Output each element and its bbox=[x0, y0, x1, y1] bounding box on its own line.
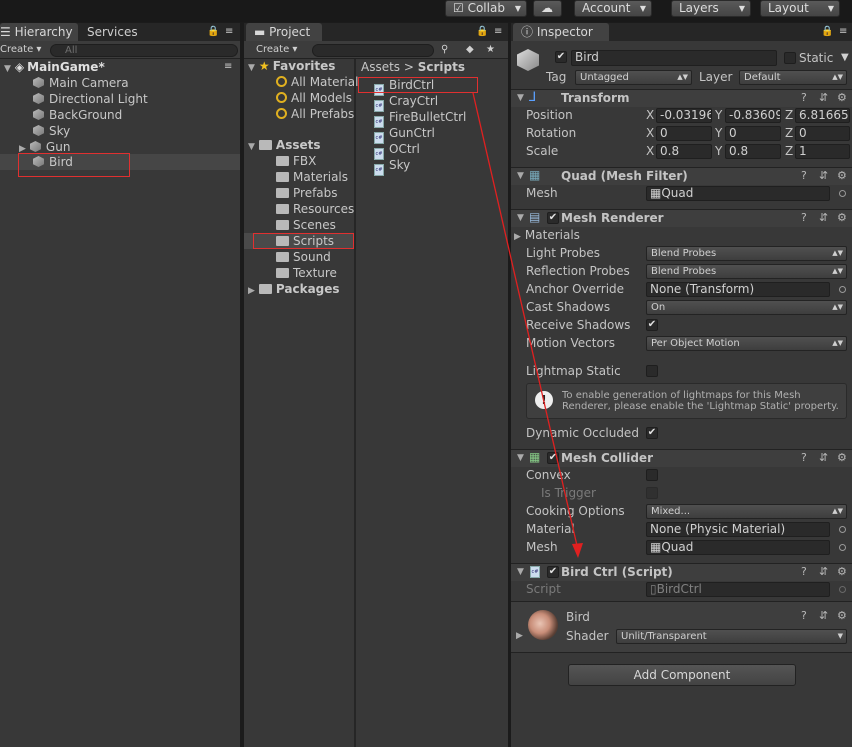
arrow-line bbox=[472, 92, 579, 551]
arrow-head bbox=[572, 543, 583, 558]
annotation-arrow bbox=[472, 92, 583, 558]
